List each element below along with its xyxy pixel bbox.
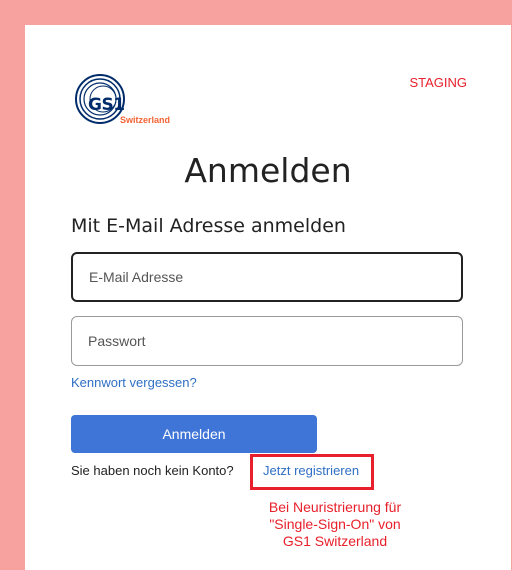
page-title: Anmelden xyxy=(184,151,352,190)
annotation-line: GS1 Switzerland xyxy=(282,533,388,549)
login-card: GS1 Switzerland STAGING Anmelden Mit E-M… xyxy=(25,25,511,570)
form-subtitle: Mit E-Mail Adresse anmelden xyxy=(71,215,346,237)
env-badge: STAGING xyxy=(409,75,467,90)
annotation-note: Bei Neuristrierung für "Single-Sign-On" … xyxy=(225,499,445,550)
logo-mark: GS1 xyxy=(88,95,125,115)
password-field[interactable] xyxy=(71,316,463,366)
register-link[interactable]: Jetzt registrieren xyxy=(263,463,359,478)
gs1-logo: GS1 Switzerland xyxy=(70,69,180,131)
forgot-password-link[interactable]: Kennwort vergessen? xyxy=(71,375,197,390)
annotation-line: Bei Neuristrierung für xyxy=(268,499,402,515)
annotation-line: "Single-Sign-On" von xyxy=(269,516,401,532)
no-account-text: Sie haben noch kein Konto? xyxy=(71,463,234,478)
email-field[interactable] xyxy=(71,252,463,302)
sign-in-button[interactable]: Anmelden xyxy=(71,415,317,453)
logo-region: Switzerland xyxy=(120,115,171,125)
